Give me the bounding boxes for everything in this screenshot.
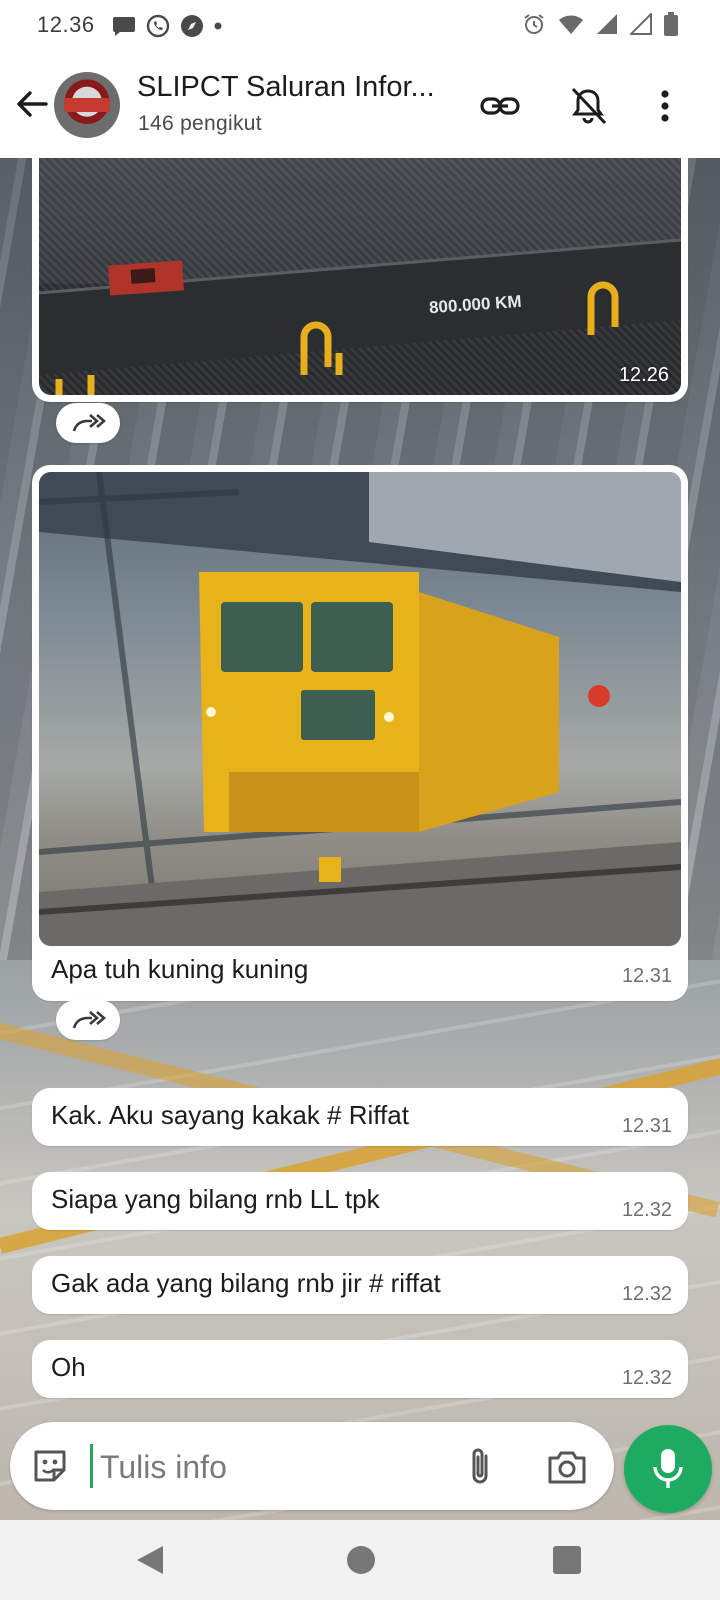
- text-message[interactable]: Gak ada yang bilang rnb jir # riffat 12.…: [32, 1256, 688, 1314]
- message-photo[interactable]: [39, 472, 681, 946]
- chat-bubble-icon: [113, 17, 135, 36]
- text-message[interactable]: Siapa yang bilang rnb LL tpk 12.32: [32, 1172, 688, 1230]
- text-message[interactable]: Kak. Aku sayang kakak # Riffat 12.31: [32, 1088, 688, 1146]
- attach-icon[interactable]: [462, 1444, 498, 1488]
- status-bar: 12.36: [0, 0, 720, 52]
- message-time: 12.32: [621, 1199, 672, 1221]
- message-input[interactable]: [90, 1442, 442, 1492]
- dot-icon: [214, 22, 222, 30]
- message-composer: [10, 1422, 614, 1510]
- forward-button[interactable]: [56, 403, 120, 443]
- system-navigation-bar: [0, 1520, 720, 1600]
- back-arrow-icon[interactable]: [14, 86, 50, 122]
- compass-icon: [181, 15, 203, 37]
- message-text: Oh: [51, 1352, 86, 1382]
- camera-icon[interactable]: [546, 1448, 588, 1486]
- message-time: 12.32: [621, 1367, 672, 1389]
- image-message[interactable]: 800.000 KM 12.26: [32, 158, 688, 402]
- message-time: 12.31: [621, 965, 672, 987]
- message-caption: Apa tuh kuning kuning: [51, 954, 309, 984]
- image-message[interactable]: Apa tuh kuning kuning 12.31: [32, 465, 688, 1001]
- more-vert-icon[interactable]: [643, 84, 687, 128]
- message-text: Siapa yang bilang rnb LL tpk: [51, 1184, 380, 1214]
- signal-icon: [630, 13, 652, 35]
- battery-icon: [664, 12, 678, 36]
- mic-button[interactable]: [624, 1425, 712, 1513]
- forward-icon: [72, 1011, 106, 1029]
- nav-recents-icon[interactable]: [553, 1546, 581, 1574]
- message-text: Kak. Aku sayang kakak # Riffat: [51, 1100, 409, 1130]
- nav-back-icon[interactable]: [135, 1544, 165, 1576]
- text-message[interactable]: Oh 12.32: [32, 1340, 688, 1398]
- message-photo[interactable]: 800.000 KM 12.26: [39, 158, 681, 395]
- notification-icons: [112, 14, 222, 38]
- forward-icon: [72, 414, 106, 432]
- channel-avatar[interactable]: [54, 72, 120, 138]
- channel-title[interactable]: SLIPCT Saluran Infor...: [137, 71, 435, 104]
- signal-icon: [597, 14, 617, 34]
- channel-header: SLIPCT Saluran Infor... 146 pengikut: [0, 52, 720, 158]
- message-text: Gak ada yang bilang rnb jir # riffat: [51, 1268, 441, 1298]
- message-time: 12.32: [621, 1283, 672, 1305]
- train-drawing: [39, 472, 681, 946]
- link-icon[interactable]: [478, 84, 522, 128]
- channel-followers: 146 pengikut: [138, 112, 262, 135]
- chat-area[interactable]: 800.000 KM 12.26 Apa tuh kuning kuning 1…: [0, 158, 720, 1520]
- forward-button[interactable]: [56, 1000, 120, 1040]
- flatcar-drawing: [39, 238, 681, 395]
- nav-home-icon[interactable]: [347, 1546, 375, 1574]
- status-time: 12.36: [37, 12, 95, 37]
- wifi-icon: [559, 15, 583, 34]
- message-time: 12.31: [621, 1115, 672, 1137]
- alarm-icon: [524, 14, 544, 34]
- message-time: 12.26: [618, 364, 669, 386]
- mic-icon: [653, 1449, 683, 1488]
- sticker-icon[interactable]: [30, 1446, 70, 1486]
- bell-off-icon[interactable]: [566, 84, 610, 128]
- system-icons: [522, 12, 678, 36]
- whatsapp-icon: [146, 14, 170, 38]
